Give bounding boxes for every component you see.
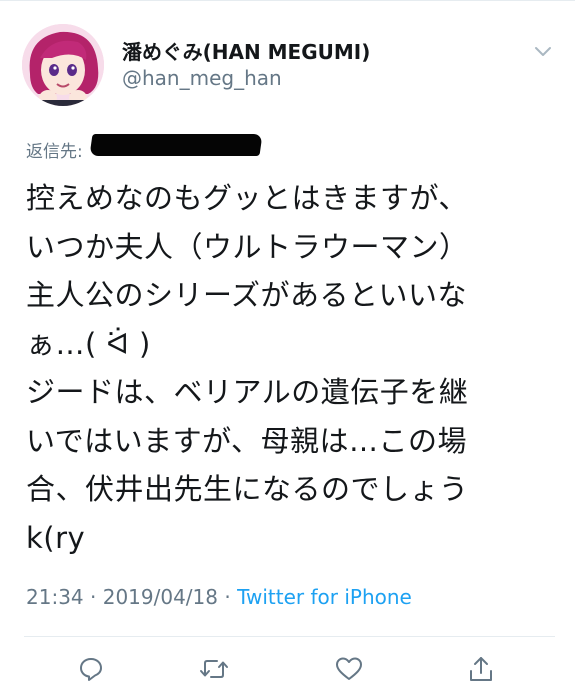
tweet-text-line: いつか夫人（ウルトラウーマン） xyxy=(26,229,469,264)
tweet-time: 21:34 xyxy=(26,585,84,609)
tweet-meta: 21:34 · 2019/04/18 · Twitter for iPhone xyxy=(26,585,412,609)
tweet-date: 2019/04/18 xyxy=(102,585,218,609)
reply-button[interactable] xyxy=(76,654,106,684)
like-button[interactable] xyxy=(334,654,364,684)
tweet-text: 控えめなのもグッとはきますが、 いつか夫人（ウルトラウーマン） 主人公のシリーズ… xyxy=(26,174,556,562)
retweet-button[interactable] xyxy=(199,654,229,684)
divider xyxy=(24,636,555,637)
meta-separator: · xyxy=(224,585,231,609)
reply-icon xyxy=(80,658,102,681)
tweet-text-line: 合、伏井出先生になるのでしょう xyxy=(26,472,469,506)
tweet-text-line: ジードは、ベリアルの遺伝子を継 xyxy=(26,375,469,409)
avatar-illustration-icon xyxy=(22,24,104,106)
tweet-text-line: ぁ…( ᐛ ) xyxy=(26,326,151,361)
display-name[interactable]: 潘めぐみ(HAN MEGUMI) xyxy=(122,36,370,65)
top-border xyxy=(0,0,575,1)
share-icon xyxy=(470,657,492,681)
tweet-text-line: いではいますが、母親は…この場 xyxy=(26,423,468,458)
tweet-text-line: 主人公のシリーズがあるといいな xyxy=(26,278,468,312)
chevron-down-icon[interactable] xyxy=(532,40,554,62)
retweet-icon xyxy=(200,660,228,678)
share-button[interactable] xyxy=(466,654,496,684)
meta-separator: · xyxy=(90,585,97,609)
tweet-text-line: 控えめなのもグッとはきますが、 xyxy=(26,181,468,215)
tweet-source-link[interactable]: Twitter for iPhone xyxy=(237,585,412,609)
reply-to-redacted xyxy=(89,134,263,156)
reply-to-label: 返信先: xyxy=(26,142,83,162)
avatar[interactable] xyxy=(22,24,104,106)
handle[interactable]: @han_meg_han xyxy=(122,66,282,90)
tweet-text-line: k(ry xyxy=(26,520,86,555)
heart-icon xyxy=(336,657,362,680)
